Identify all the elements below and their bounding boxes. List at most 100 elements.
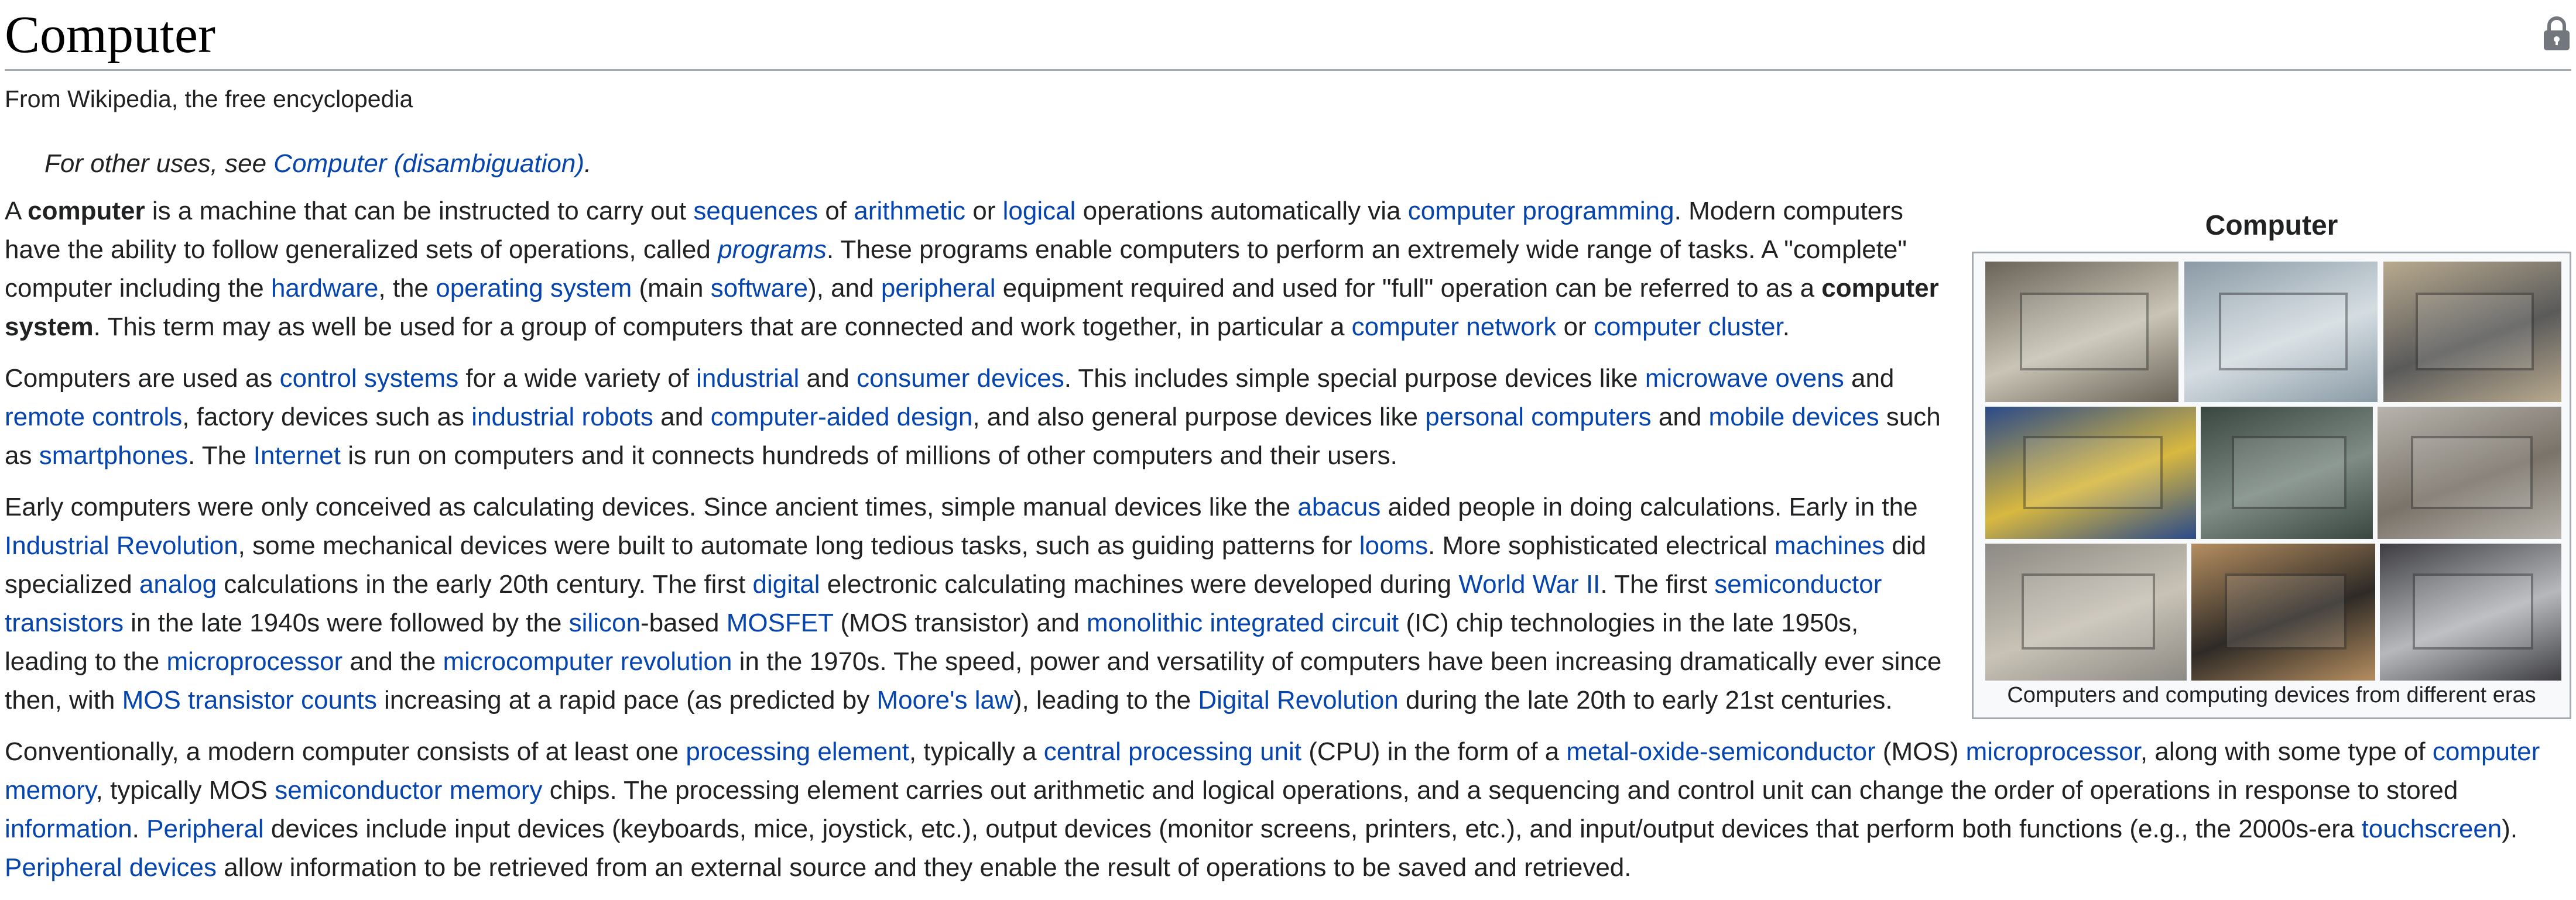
article-link[interactable]: personal computers (1425, 403, 1651, 431)
paragraph-text: -based (640, 609, 727, 637)
photo-detail (2231, 435, 2347, 510)
article-link[interactable]: remote controls (5, 403, 182, 431)
article-link[interactable]: operating system (436, 274, 632, 303)
infobox-image-frame: Computers and computing devices from dif… (1972, 252, 2571, 719)
vintage-terminal-photo-icon[interactable] (2383, 262, 2561, 402)
server-cabinet-photo-icon[interactable] (2201, 407, 2373, 539)
article-link[interactable]: analog (139, 570, 217, 599)
article-link[interactable]: metal-oxide-semiconductor (1566, 737, 1875, 766)
paragraph-text: Computers are used as (5, 364, 280, 393)
article-link[interactable]: monolithic integrated circuit (1087, 609, 1399, 637)
article-link[interactable]: Moore's law (876, 686, 1013, 714)
paragraph-text: , the (378, 274, 436, 303)
tower-pc-photo-icon[interactable] (2378, 407, 2561, 539)
article-link[interactable]: mobile devices (1709, 403, 1879, 431)
infobox-title: Computer (2205, 210, 2338, 241)
paragraph: Conventionally, a modern computer consis… (5, 733, 2571, 887)
paragraph-text: , some mechanical devices were built to … (238, 531, 1359, 560)
photo-detail (2224, 573, 2347, 650)
paragraph-text: . More sophisticated electrical (1428, 531, 1775, 560)
article-link[interactable]: hardware (271, 274, 378, 303)
article-link[interactable]: processing element (686, 737, 909, 766)
article-link[interactable]: computer programming (1408, 197, 1674, 225)
hatnote-link[interactable]: Computer (disambiguation) (273, 149, 584, 178)
article-link[interactable]: machines (1775, 531, 1885, 560)
paragraph: Computers are used as control systems fo… (5, 359, 1948, 475)
rack-servers-photo-icon[interactable] (2380, 544, 2561, 681)
motherboard-photo-icon[interactable] (1985, 407, 2196, 539)
paragraph-text: operations automatically via (1075, 197, 1408, 225)
article-link[interactable]: consumer devices (857, 364, 1064, 393)
supercomputer-hall-photo-icon[interactable] (2184, 262, 2378, 402)
article-link[interactable]: MOSFET (727, 609, 834, 637)
home-computer-photo-icon[interactable] (2191, 544, 2375, 681)
paragraph-text: of (818, 197, 854, 225)
article-link[interactable]: programs (718, 235, 827, 264)
paragraph-text: is a machine that can be instructed to c… (145, 197, 694, 225)
paragraph-text: electronic calculating machines were dev… (820, 570, 1459, 599)
article-link[interactable]: microprocessor (1966, 737, 2140, 766)
paragraph-text: aided people in doing calculations. Earl… (1381, 493, 1918, 521)
mainframe-room-photo-icon[interactable] (1985, 544, 2187, 681)
article-link[interactable]: Internet (254, 441, 341, 470)
article-link[interactable]: Peripheral devices (5, 853, 217, 882)
laptop-photo-icon[interactable] (1985, 262, 2178, 402)
paragraph-text: . The first (1600, 570, 1715, 599)
paragraph-text: and (1844, 364, 1895, 393)
article-link[interactable]: industrial robots (471, 403, 653, 431)
article-link[interactable]: digital (753, 570, 820, 599)
article-link[interactable]: microprocessor (166, 647, 342, 676)
article-link[interactable]: smartphones (39, 441, 188, 470)
article-link[interactable]: silicon (569, 609, 640, 637)
article-link[interactable]: Peripheral (146, 815, 264, 843)
paragraph-text: (main (632, 274, 711, 303)
paragraph-text: during the late 20th to early 21st centu… (1398, 686, 1893, 714)
paragraph-text: (MOS transistor) and (833, 609, 1087, 637)
paragraph-text: (CPU) in the form of a (1301, 737, 1567, 766)
hatnote-prefix: For other uses, see (44, 149, 274, 178)
paragraph-text: . This term may as well be used for a gr… (93, 312, 1352, 341)
paragraph-text: . (132, 815, 147, 843)
article-link[interactable]: Industrial Revolution (5, 531, 238, 560)
paragraph-text: ). (2502, 815, 2518, 843)
article-link[interactable]: semiconductor memory (275, 776, 542, 805)
paragraph-text: or (1556, 312, 1594, 341)
paragraph-text: is run on computers and it connects hund… (340, 441, 1397, 470)
paragraph-text: . The (188, 441, 254, 470)
article-link[interactable]: peripheral (881, 274, 996, 303)
paragraph-text: and the (342, 647, 443, 676)
article-link[interactable]: MOS transistor counts (122, 686, 377, 714)
lock-icon[interactable] (2542, 15, 2571, 51)
article-link[interactable]: industrial (696, 364, 799, 393)
article-link[interactable]: Digital Revolution (1198, 686, 1398, 714)
article-link[interactable]: control systems (280, 364, 459, 393)
paragraph-text: allow information to be retrieved from a… (216, 853, 1632, 882)
article-link[interactable]: sequences (693, 197, 818, 225)
article-link[interactable]: World War II (1458, 570, 1600, 599)
article-link[interactable]: computer-aided design (711, 403, 973, 431)
article-link[interactable]: computer cluster (1594, 312, 1783, 341)
article-link[interactable]: information (5, 815, 132, 843)
paragraph-text: , along with some type of (2140, 737, 2433, 766)
article-link[interactable]: central processing unit (1044, 737, 1301, 766)
paragraph-text: chips. The processing element carries ou… (542, 776, 2458, 805)
article-link[interactable]: logical (1003, 197, 1076, 225)
paragraph-text: in the late 1940s were followed by the (123, 609, 569, 637)
page-title: Computer (5, 6, 215, 64)
paragraph-text: , and also general purpose devices like (972, 403, 1426, 431)
article-link[interactable]: microwave ovens (1645, 364, 1844, 393)
article-link[interactable]: microcomputer revolution (443, 647, 732, 676)
article-link[interactable]: touchscreen (2362, 815, 2502, 843)
article-link[interactable]: software (711, 274, 808, 303)
paragraph-text: Conventionally, a modern computer consis… (5, 737, 686, 766)
article-link[interactable]: looms (1359, 531, 1428, 560)
paragraph-text: , typically MOS (95, 776, 275, 805)
paragraph-text: increasing at a rapid pace (as predicted… (376, 686, 877, 714)
photo-detail (2219, 292, 2348, 370)
article-link[interactable]: computer network (1352, 312, 1557, 341)
paragraph-text: calculations in the early 20th century. … (217, 570, 753, 599)
paragraph-text: and (653, 403, 711, 431)
article-body: A computer is a machine that can be inst… (5, 192, 2540, 900)
article-link[interactable]: arithmetic (854, 197, 965, 225)
article-link[interactable]: abacus (1297, 493, 1381, 521)
